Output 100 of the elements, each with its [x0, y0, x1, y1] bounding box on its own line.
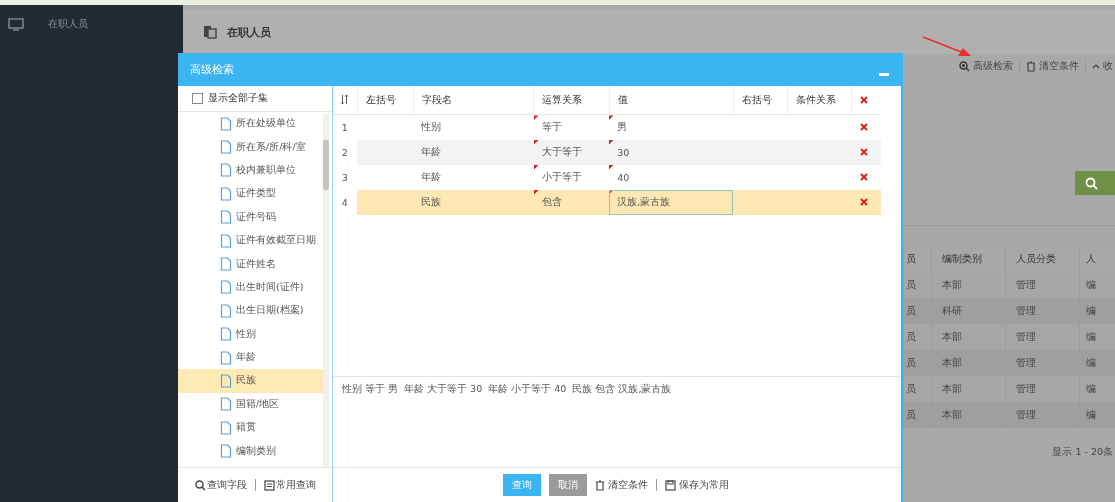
file-icon	[220, 444, 232, 459]
table-cell: 30	[609, 140, 734, 165]
delete-icon	[859, 173, 868, 181]
minimize-button[interactable]	[879, 73, 889, 76]
file-icon	[220, 350, 232, 365]
file-icon	[220, 257, 232, 272]
table-cell: 本部	[931, 350, 1006, 376]
file-icon	[220, 280, 232, 295]
file-icon	[220, 233, 232, 248]
table-cell: 小于等于	[533, 165, 610, 190]
trash-icon	[595, 479, 605, 491]
documents-icon	[203, 25, 217, 39]
table-cell: 员	[903, 350, 932, 376]
table-cell: 男	[609, 114, 734, 140]
table-cell: 编	[1079, 402, 1115, 428]
chevron-up-icon	[1092, 63, 1100, 69]
search-icon	[1085, 176, 1098, 190]
clear-conditions-button[interactable]: 清空条件	[595, 478, 648, 492]
delete-icon	[859, 148, 868, 156]
table-cell: 包含	[533, 190, 610, 215]
table-cell: 性别	[413, 114, 534, 140]
field-item[interactable]: 国籍/地区	[178, 392, 323, 417]
column-header: 编制类别	[931, 246, 1006, 272]
search-icon	[195, 479, 206, 491]
condition-row[interactable]: 3 年龄 小于等于 40	[333, 165, 881, 190]
condition-row[interactable]: 2 年龄 大于等于 30	[333, 140, 881, 165]
table-cell: 民族	[413, 190, 534, 215]
table-cell: 40	[609, 165, 734, 190]
table-cell: 员	[903, 298, 932, 324]
field-item[interactable]: 证件有效截至日期	[178, 228, 323, 253]
file-icon	[220, 186, 232, 201]
column-header: 人员分类	[1005, 246, 1080, 272]
footer-link[interactable]: 查询字段	[195, 478, 247, 492]
table-cell: 管理	[1005, 298, 1080, 324]
condition-row[interactable]: 1 性别 等于 男	[333, 114, 881, 140]
column-header: 条件关系	[787, 86, 852, 115]
column-header: 员	[903, 246, 932, 272]
field-item[interactable]: 年龄	[178, 345, 323, 370]
annotation-arrow	[922, 36, 972, 58]
show-all-checkbox[interactable]: 显示全部子集	[178, 86, 332, 112]
column-header: 字段名	[413, 86, 534, 115]
file-icon	[220, 210, 232, 225]
delete-icon	[859, 198, 868, 206]
file-icon	[220, 116, 232, 131]
field-item[interactable]: 民族	[178, 369, 323, 393]
field-item[interactable]: 性别	[178, 322, 323, 346]
column-header: 运算关系	[533, 86, 610, 115]
table-cell: 编	[1079, 350, 1115, 376]
list-icon	[264, 479, 275, 491]
pagination-info: 显示 1 - 20条	[1052, 446, 1113, 459]
file-icon	[220, 303, 232, 318]
delete-icon	[859, 123, 868, 131]
footer-link[interactable]: 常用查询	[264, 478, 316, 492]
table-cell: 员	[903, 402, 932, 428]
dialog-title: 高级检索	[190, 62, 234, 77]
zoom-in-icon	[959, 60, 970, 72]
toolbar-button[interactable]: 收	[1092, 59, 1113, 73]
field-item[interactable]: 所在系/所/科/室	[178, 135, 323, 159]
field-item[interactable]: 编制类别	[178, 439, 323, 463]
file-icon	[220, 140, 232, 155]
file-icon	[220, 163, 232, 178]
field-item[interactable]: 证件类型	[178, 182, 323, 206]
field-item[interactable]: 证件姓名	[178, 252, 323, 276]
table-cell: 管理	[1005, 402, 1080, 428]
file-icon	[220, 420, 232, 435]
trash-icon	[1026, 60, 1036, 72]
file-icon	[220, 374, 232, 388]
table-cell: 大于等于	[533, 140, 610, 165]
search-button[interactable]	[1075, 171, 1115, 195]
table-cell: 本部	[931, 402, 1006, 428]
field-item[interactable]: 出生日期(档案)	[178, 299, 323, 323]
scrollbar-thumb[interactable]	[323, 140, 329, 190]
file-icon	[220, 327, 232, 342]
sort-icon	[340, 93, 350, 105]
table-cell: 年龄	[413, 140, 534, 165]
field-item[interactable]: 籍贯	[178, 416, 323, 440]
file-icon	[220, 397, 232, 412]
table-cell: 科研	[931, 298, 1006, 324]
table-cell: 年龄	[413, 165, 534, 190]
field-item[interactable]: 所在处级单位	[178, 112, 323, 136]
table-cell: 汉族,蒙古族	[609, 190, 734, 215]
column-header: 值	[609, 86, 734, 115]
toolbar-button[interactable]: 高级检索	[959, 59, 1013, 73]
delete-all-icon	[860, 95, 869, 104]
field-item[interactable]: 出生时间(证件)	[178, 275, 323, 300]
toolbar-button[interactable]: 清空条件	[1026, 59, 1079, 73]
save-button[interactable]: 保存为常用	[665, 478, 729, 492]
column-header: 右括号	[733, 86, 788, 115]
table-cell: 管理	[1005, 350, 1080, 376]
page-title: 在职人员	[227, 24, 271, 40]
table-cell: 编	[1079, 298, 1115, 324]
condition-row[interactable]: 4 民族 包含 汉族,蒙古族	[333, 190, 881, 215]
field-item[interactable]: 校内兼职单位	[178, 158, 323, 183]
column-header: 左括号	[357, 86, 413, 115]
field-item[interactable]: 证件号码	[178, 205, 323, 229]
condition-summary: 性别 等于 男 年龄 大于等于 30 年龄 小于等于 40 民族 包含 汉族,蒙古族	[342, 383, 673, 396]
sidebar-item[interactable]: 在职人员	[0, 17, 183, 31]
table-cell: 等于	[533, 114, 610, 140]
monitor-icon	[8, 17, 24, 31]
row-number: 1	[333, 114, 358, 140]
